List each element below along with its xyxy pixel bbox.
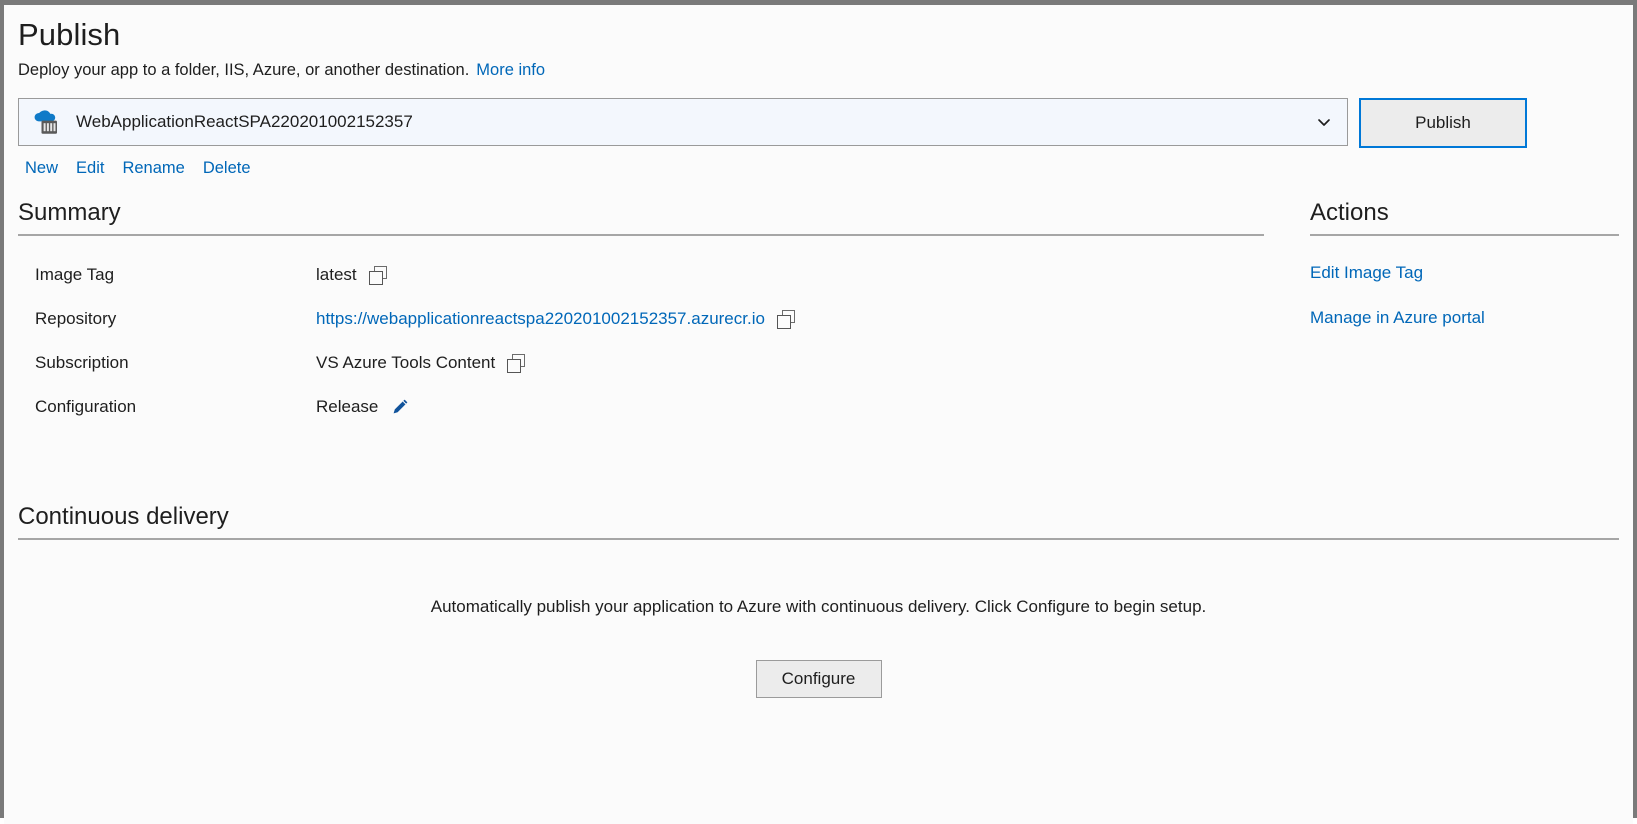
row-label: Repository [35,309,117,328]
continuous-delivery-body: Automatically publish your application t… [18,596,1619,698]
copy-icon[interactable] [368,265,388,285]
row-label: Subscription [35,353,129,372]
delete-profile-link[interactable]: Delete [203,159,251,178]
row-value-cell: latest [316,264,1264,308]
manage-in-azure-portal-link[interactable]: Manage in Azure portal [1310,307,1619,329]
row-label: Image Tag [35,265,115,284]
table-row: Configuration Release [18,396,1264,440]
row-value-cell: Release [316,396,1264,440]
summary-heading: Summary [18,199,121,226]
continuous-delivery-description: Automatically publish your application t… [430,597,1207,616]
pencil-icon[interactable] [390,397,410,417]
summary-actions-columns: Summary Image Tag latest Repository http… [18,198,1619,440]
summary-section: Summary Image Tag latest Repository http… [18,198,1264,440]
continuous-delivery-heading: Continuous delivery [18,503,229,530]
rename-profile-link[interactable]: Rename [122,159,184,178]
publish-page: Publish Deploy your app to a folder, IIS… [4,15,1633,824]
row-label: Configuration [35,397,137,416]
continuous-delivery-divider [18,538,1619,540]
repository-url-link[interactable]: https://webapplicationreactspa2202010021… [316,308,765,330]
edit-image-tag-link[interactable]: Edit Image Tag [1310,262,1619,284]
actions-heading: Actions [1310,199,1389,226]
table-row: Subscription VS Azure Tools Content [18,352,1264,396]
copy-icon[interactable] [507,353,526,373]
profile-action-links: New Edit Rename Delete [18,159,1619,178]
subscription-value: VS Azure Tools Content [316,353,496,372]
table-row: Image Tag latest [18,264,1264,308]
summary-divider [18,234,1264,236]
image-tag-value: latest [316,265,357,284]
page-title: Publish [18,17,121,52]
continuous-delivery-section: Continuous delivery Automatically publis… [18,502,1619,698]
actions-divider [1310,234,1619,236]
publish-profile-dropdown[interactable]: WebApplicationReactSPA220201002152357 [18,98,1348,146]
publish-window: Publish Deploy your app to a folder, IIS… [0,0,1637,824]
new-profile-link[interactable]: New [25,159,58,178]
page-subtitle: Deploy your app to a folder, IIS, Azure,… [18,59,1619,81]
table-row: Repository https://webapplicationreactsp… [18,308,1264,352]
profile-selector-row: WebApplicationReactSPA220201002152357 Pu… [18,98,1619,148]
actions-list: Edit Image Tag Manage in Azure portal [1310,262,1619,329]
subtitle-text: Deploy your app to a folder, IIS, Azure,… [18,61,470,79]
edit-profile-link[interactable]: Edit [76,159,104,178]
actions-section: Actions Edit Image Tag Manage in Azure p… [1310,198,1619,352]
copy-icon[interactable] [776,309,796,329]
configuration-value: Release [316,397,379,416]
azure-container-registry-icon [32,107,62,137]
publish-button[interactable]: Publish [1359,98,1527,148]
more-info-link[interactable]: More info [476,61,545,79]
configure-button[interactable]: Configure [755,660,882,698]
row-value-cell: https://webapplicationreactspa2202010021… [316,308,1264,352]
row-value-cell: VS Azure Tools Content [316,352,1264,396]
selected-profile-name: WebApplicationReactSPA220201002152357 [76,112,413,131]
chevron-down-icon[interactable] [1315,113,1333,131]
summary-table: Image Tag latest Repository https://weba… [18,264,1264,440]
